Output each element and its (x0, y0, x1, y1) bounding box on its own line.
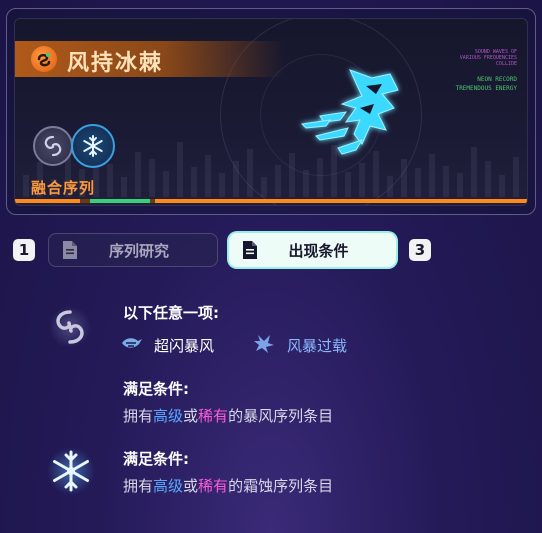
deco-caption: SOUND WAVES OF VARIOUS FREQUENCIES COLLI… (456, 49, 517, 93)
equalizer-bar (429, 154, 435, 197)
fusion-card: 风持冰棘 融合序列 SOUND WAVES OF VARIOUS FREQUEN… (14, 18, 528, 206)
equalizer-bar (499, 175, 505, 197)
wind-element-icon (33, 126, 73, 166)
frost-requirement-heading: 满足条件: (123, 450, 189, 468)
equalizer-bar (275, 165, 281, 197)
equalizer-bar (443, 166, 449, 197)
equalizer-bar (387, 176, 393, 197)
frost-element-icon (47, 447, 95, 495)
storm-flash-icon (122, 338, 142, 348)
equalizer-bar (303, 170, 309, 197)
next-tab-key-hint[interactable]: 3 (409, 239, 431, 261)
fusion-sequence-label: 融合序列 (31, 179, 96, 197)
fusion-emblem-icon (31, 46, 57, 72)
equalizer-bar (513, 157, 519, 197)
equalizer-bar (23, 175, 29, 197)
sequence-title: 风持冰棘 (67, 51, 164, 76)
equalizer-bar (121, 177, 127, 197)
equalizer-bar (135, 152, 141, 197)
equalizer-bar (177, 142, 183, 197)
progress-segment (155, 199, 527, 203)
ice-thorn-hero-icon (300, 69, 399, 155)
storm-overload-icon (254, 335, 274, 353)
tab-appearance-conditions[interactable]: 出现条件 (229, 233, 396, 267)
deco-line: COLLIDE (495, 61, 517, 67)
wind-requirement-text: 拥有高级或稀有的暴风序列条目 (123, 407, 334, 425)
tier-advanced: 高级 (153, 407, 184, 425)
frost-requirement-text: 拥有高级或稀有的霜蚀序列条目 (123, 477, 334, 495)
equalizer-bar (457, 173, 463, 197)
equalizer-bar (471, 147, 477, 197)
tab-sequence-research[interactable]: 序列研究 (48, 233, 218, 267)
equalizer-bar (191, 167, 197, 197)
prev-tab-key-hint[interactable]: 1 (13, 239, 35, 261)
equalizer-bar (485, 161, 491, 197)
wind-requirement-heading: 满足条件: (123, 380, 189, 398)
option-storm-overload: 风暴过载 (287, 337, 348, 355)
tier-rare: 稀有 (198, 477, 229, 495)
frost-element-icon (71, 124, 115, 168)
equalizer-bar (261, 177, 267, 197)
document-icon (63, 241, 77, 259)
equalizer-bar (107, 164, 113, 197)
equalizer-bar (219, 173, 225, 197)
any-one-heading: 以下任意一项: (123, 304, 219, 322)
equalizer-bar (205, 155, 211, 197)
tab-label: 出现条件 (288, 241, 349, 260)
equalizer-bar (247, 149, 253, 197)
document-icon (243, 241, 257, 259)
progress-segment (15, 199, 80, 203)
game-screen: 风持冰棘 融合序列 SOUND WAVES OF VARIOUS FREQUEN… (0, 0, 542, 533)
tier-rare: 稀有 (198, 407, 229, 425)
equalizer-bar (149, 159, 155, 197)
wind-element-icon (49, 306, 91, 348)
equalizer-bar (233, 161, 239, 197)
deco-line: NEON RECORD TREMENDOUS ENERGY (455, 76, 517, 92)
tab-label: 序列研究 (108, 241, 169, 260)
progress-segment-active (90, 199, 150, 203)
option-storm-flash: 超闪暴风 (154, 337, 215, 355)
equalizer-bar (345, 172, 351, 197)
tier-advanced: 高级 (153, 477, 184, 495)
equalizer-bar (163, 171, 169, 197)
